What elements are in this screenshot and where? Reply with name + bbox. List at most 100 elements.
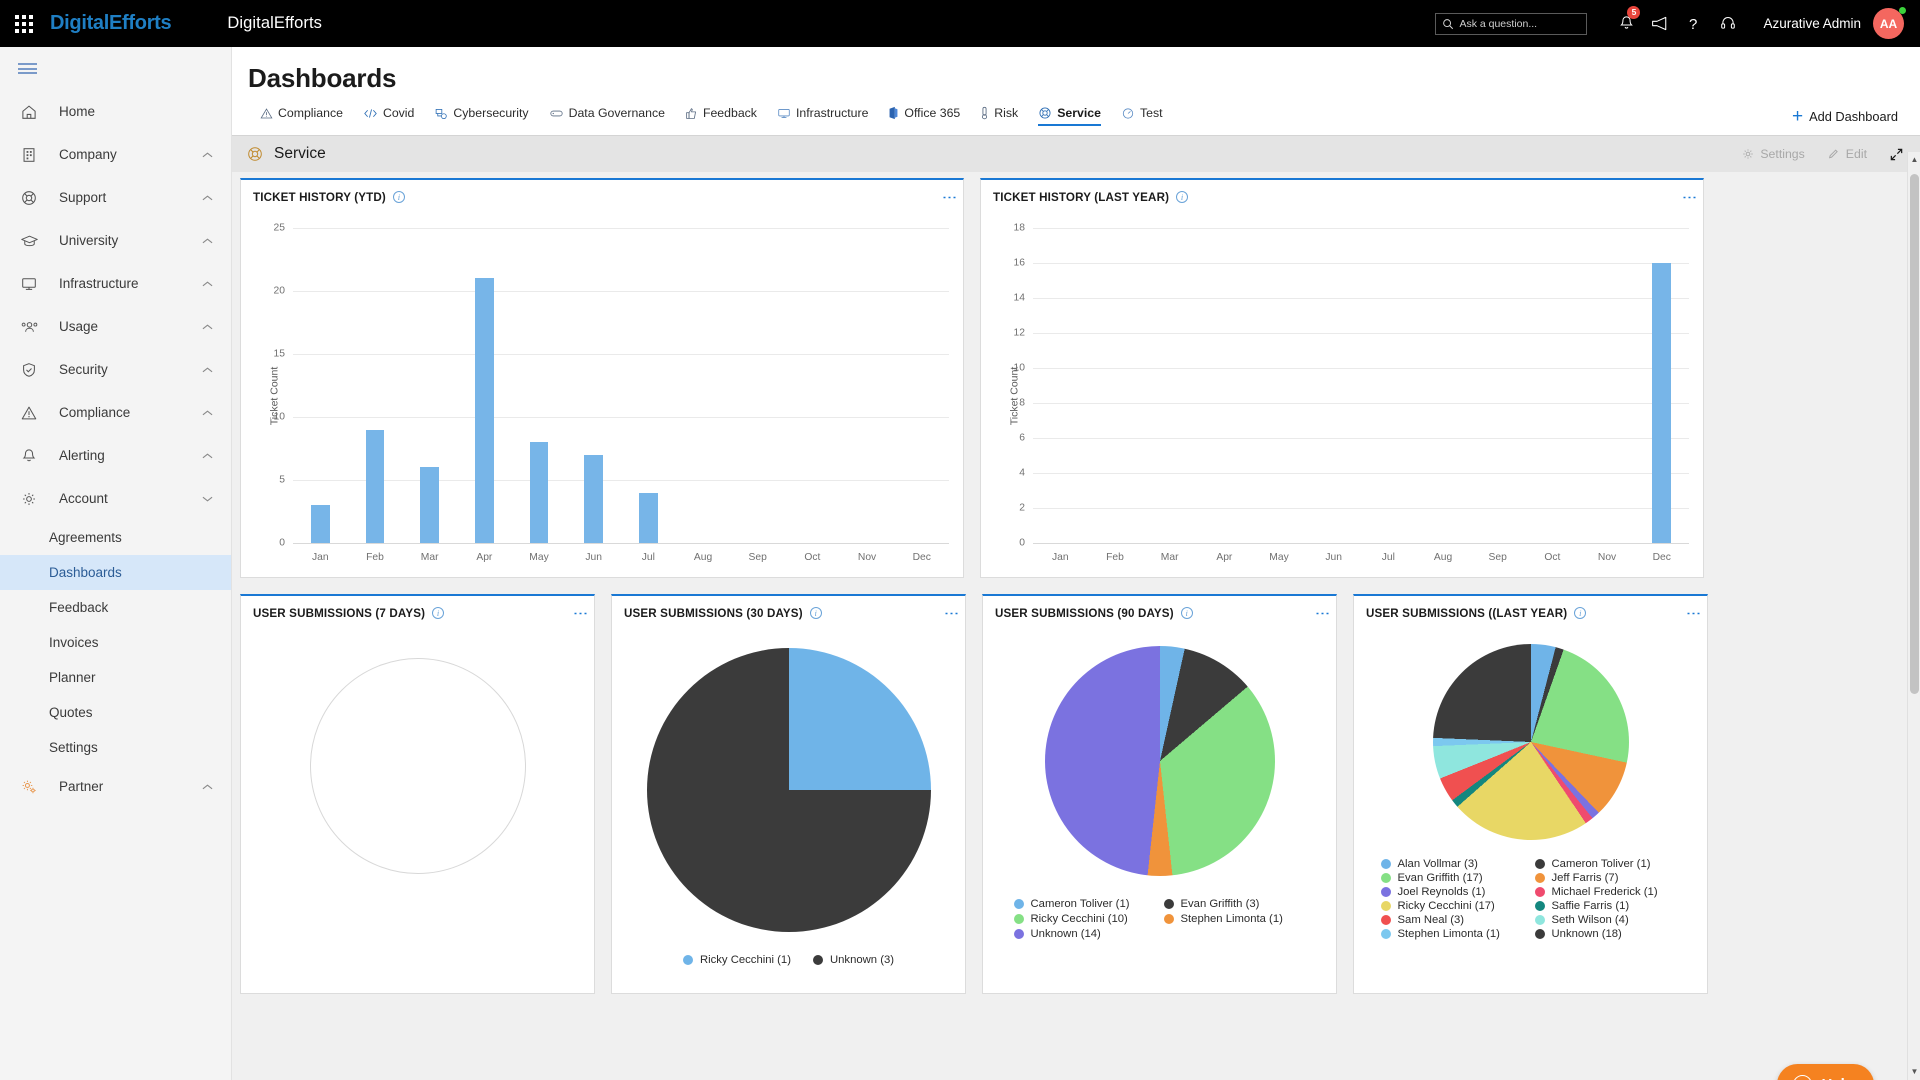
- legend-item[interactable]: Cameron Toliver (1): [1013, 898, 1154, 910]
- legend-item[interactable]: Unknown (3): [812, 954, 894, 966]
- scrollbar-thumb[interactable]: [1910, 174, 1919, 694]
- search-input[interactable]: [1459, 17, 1575, 30]
- chevron-down-icon[interactable]: [202, 495, 215, 503]
- dashboard-expand-button[interactable]: [1889, 147, 1904, 162]
- widget-menu-button[interactable]: ⋮: [1685, 606, 1702, 621]
- tab-office-365[interactable]: Office 365: [878, 103, 970, 126]
- info-icon[interactable]: i: [1574, 607, 1587, 619]
- dashboard-settings-button[interactable]: Settings: [1741, 147, 1805, 161]
- legend-item[interactable]: Cameron Toliver (1): [1534, 858, 1675, 870]
- announcements-button[interactable]: [1643, 0, 1677, 47]
- sidebar-item-invoices[interactable]: Invoices: [0, 625, 231, 660]
- bar[interactable]: [420, 467, 439, 543]
- dashboard-edit-button[interactable]: Edit: [1827, 147, 1867, 161]
- tab-risk[interactable]: Risk: [970, 103, 1028, 126]
- sidebar-item-quotes[interactable]: Quotes: [0, 695, 231, 730]
- app-launcher-button[interactable]: [0, 14, 48, 33]
- widget-menu-button[interactable]: ⋮: [1681, 190, 1698, 205]
- sidebar-item-dashboards[interactable]: Dashboards: [0, 555, 231, 590]
- sidebar-item-agreements[interactable]: Agreements: [0, 520, 231, 555]
- bar[interactable]: [1652, 263, 1672, 543]
- sidebar-item-settings[interactable]: Settings: [0, 730, 231, 765]
- widget-menu-button[interactable]: ⋮: [572, 606, 589, 621]
- bar[interactable]: [475, 278, 494, 543]
- sidebar-item-support[interactable]: Support: [0, 176, 231, 219]
- widget-menu-button[interactable]: ⋮: [943, 606, 960, 621]
- sidebar-item-planner[interactable]: Planner: [0, 660, 231, 695]
- info-icon[interactable]: i: [392, 191, 405, 203]
- legend-item[interactable]: Seth Wilson (4): [1534, 914, 1675, 926]
- bar[interactable]: [584, 454, 603, 543]
- bar[interactable]: [311, 505, 330, 543]
- chevron-up-icon[interactable]: [202, 783, 215, 791]
- sidebar-item-infrastructure[interactable]: Infrastructure: [0, 262, 231, 305]
- scroll-down-arrow-icon[interactable]: ▼: [1908, 1064, 1920, 1080]
- info-icon[interactable]: i: [809, 607, 822, 619]
- tab-service[interactable]: Service: [1028, 103, 1111, 126]
- chevron-up-icon[interactable]: [202, 237, 215, 245]
- info-icon[interactable]: i: [432, 607, 445, 619]
- legend-item[interactable]: Alan Vollmar (3): [1380, 858, 1521, 870]
- bar[interactable]: [639, 492, 658, 543]
- help-button[interactable]: ?: [1677, 0, 1711, 47]
- chevron-up-icon[interactable]: [202, 151, 215, 159]
- sidebar-item-alerting[interactable]: Alerting: [0, 434, 231, 477]
- chevron-up-icon[interactable]: [202, 280, 215, 288]
- chevron-up-icon[interactable]: [202, 323, 215, 331]
- chevron-up-icon[interactable]: [202, 194, 215, 202]
- tab-data-governance[interactable]: Data Governance: [539, 103, 675, 126]
- widget-menu-button[interactable]: ⋮: [1314, 606, 1331, 621]
- legend-item[interactable]: Ricky Cecchini (1): [682, 954, 791, 966]
- legend-item[interactable]: Stephen Limonta (1): [1380, 928, 1521, 940]
- sidebar-item-security[interactable]: Security: [0, 348, 231, 391]
- add-dashboard-button[interactable]: + Add Dashboard: [1792, 107, 1898, 126]
- support-headset-button[interactable]: [1711, 0, 1745, 47]
- sidebar-subitem-label: Quotes: [49, 705, 93, 720]
- pie-chart-7-days: [309, 658, 526, 874]
- sidebar-item-feedback[interactable]: Feedback: [0, 590, 231, 625]
- legend-item[interactable]: Sam Neal (3): [1380, 914, 1521, 926]
- legend-item[interactable]: Joel Reynolds (1): [1380, 886, 1521, 898]
- legend-item[interactable]: Unknown (14): [1013, 928, 1154, 940]
- sidebar-item-usage[interactable]: Usage: [0, 305, 231, 348]
- chevron-up-icon[interactable]: [202, 452, 215, 460]
- bar[interactable]: [365, 429, 385, 543]
- sidebar-toggle-button[interactable]: [0, 47, 231, 90]
- scroll-up-arrow-icon[interactable]: ▲: [1908, 152, 1920, 168]
- sidebar-item-partner[interactable]: Partner: [0, 765, 231, 808]
- legend-item[interactable]: Evan Griffith (17): [1380, 872, 1521, 884]
- notifications-button[interactable]: 5: [1609, 0, 1643, 47]
- legend-item[interactable]: Saffie Farris (1): [1534, 900, 1675, 912]
- info-icon[interactable]: i: [1176, 191, 1189, 203]
- legend-item[interactable]: Michael Frederick (1): [1534, 886, 1675, 898]
- legend-item[interactable]: Unknown (18): [1534, 928, 1675, 940]
- chevron-up-icon[interactable]: [202, 409, 215, 417]
- tab-infrastructure[interactable]: Infrastructure: [767, 103, 878, 126]
- legend-item[interactable]: Evan Griffith (3): [1163, 898, 1304, 910]
- vertical-scrollbar[interactable]: ▲ ▼: [1907, 152, 1920, 1080]
- sidebar-item-compliance[interactable]: Compliance: [0, 391, 231, 434]
- chevron-up-icon[interactable]: [202, 366, 215, 374]
- tab-covid[interactable]: Covid: [353, 103, 424, 126]
- tab-feedback[interactable]: Feedback: [675, 103, 767, 126]
- legend-item[interactable]: Stephen Limonta (1): [1163, 913, 1304, 925]
- bar[interactable]: [529, 442, 549, 543]
- widget-menu-button[interactable]: ⋮: [941, 190, 958, 205]
- tab-compliance[interactable]: Compliance: [250, 103, 353, 126]
- tab-test[interactable]: Test: [1111, 103, 1173, 126]
- help-floating-button[interactable]: ? Help: [1777, 1064, 1874, 1080]
- sidebar-item-label: Compliance: [59, 405, 131, 420]
- sidebar-item-home[interactable]: Home: [0, 90, 231, 133]
- legend-item[interactable]: Jeff Farris (7): [1534, 872, 1675, 884]
- sidebar-item-account[interactable]: Account: [0, 477, 231, 520]
- search-box[interactable]: [1435, 12, 1588, 35]
- sidebar-item-company[interactable]: Company: [0, 133, 231, 176]
- legend-item[interactable]: Ricky Cecchini (17): [1380, 900, 1521, 912]
- brand-logo[interactable]: DigitalEfforts: [50, 12, 172, 35]
- info-icon[interactable]: i: [1180, 607, 1193, 619]
- legend-item[interactable]: Ricky Cecchini (10): [1013, 913, 1154, 925]
- avatar-wrapper[interactable]: AA: [1873, 7, 1906, 39]
- widget-user-submissions-90-days: USER SUBMISSIONS (90 DAYS) i ⋮ Cameron T…: [982, 594, 1337, 994]
- tab-cybersecurity[interactable]: Cybersecurity: [424, 103, 538, 126]
- sidebar-item-university[interactable]: University: [0, 219, 231, 262]
